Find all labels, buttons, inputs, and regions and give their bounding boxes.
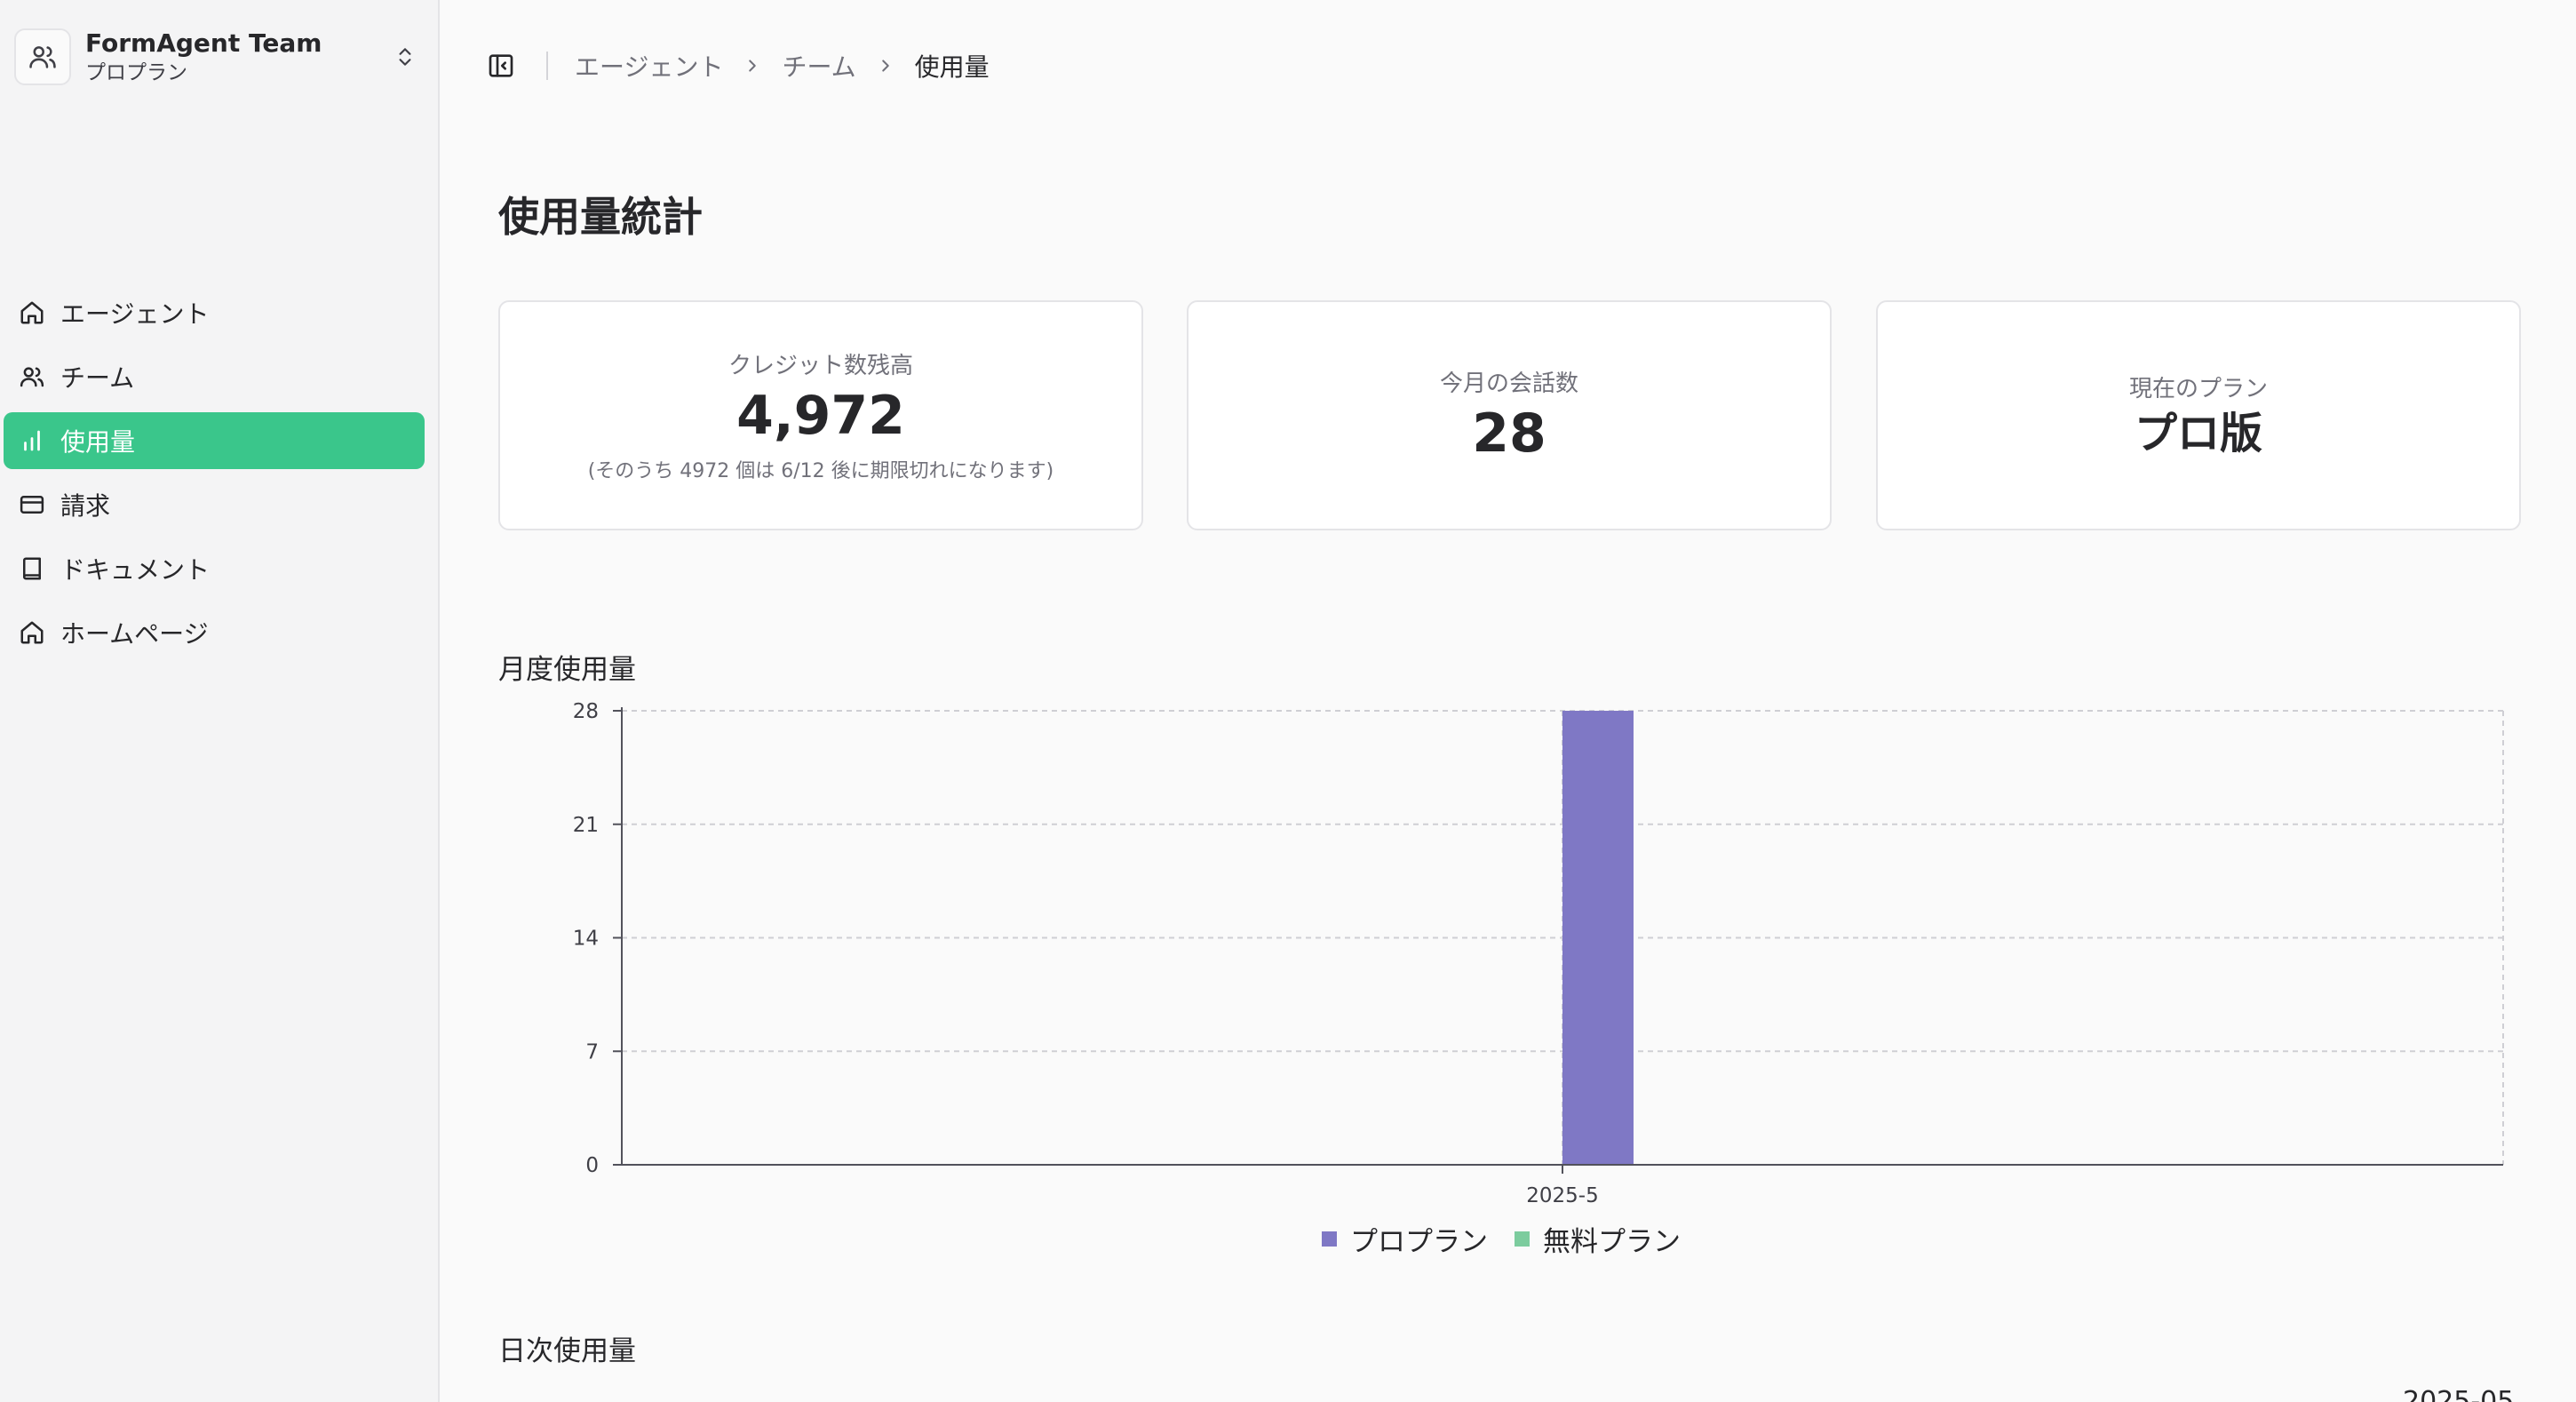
sidebar-toggle-button[interactable]	[475, 41, 527, 91]
team-switcher[interactable]: FormAgent Team プロプラン	[14, 23, 423, 91]
users-icon	[29, 46, 56, 68]
team-avatar	[14, 28, 71, 85]
plan-label: 現在のプラン	[2128, 376, 2268, 402]
breadcrumb-item-agents[interactable]: エージェント	[575, 48, 723, 84]
plan-value: プロ版	[2134, 409, 2262, 458]
sidebar-item-label: エージェント	[60, 299, 210, 329]
y-tick-label: 7	[585, 1040, 599, 1063]
plan-card: 現在のプラン プロ版	[1876, 300, 2521, 530]
y-tick-label: 21	[573, 814, 599, 837]
legend-item-free[interactable]: 無料プラン	[1515, 1219, 1681, 1259]
users-icon	[16, 361, 48, 393]
breadcrumb-item-usage: 使用量	[914, 52, 990, 82]
sidebar-item-billing[interactable]: 請求	[4, 476, 425, 533]
legend-swatch-pro	[1322, 1231, 1337, 1247]
sidebar-item-label: 請求	[60, 491, 111, 521]
book-icon	[16, 553, 48, 585]
monthly-usage-chart: 0 7 14 21 28 2025-5	[533, 693, 2523, 1279]
sidebar-item-label: 使用量	[60, 427, 136, 457]
topbar: エージェント チーム 使用量	[475, 41, 990, 91]
home-icon	[16, 297, 48, 329]
monthly-chart-svg: 0 7 14 21 28 2025-5	[573, 700, 2504, 1207]
daily-date-label: 2025-05	[2403, 1386, 2515, 1402]
sidebar-item-label: ホームページ	[60, 619, 209, 649]
legend-item-pro[interactable]: プロプラン	[1322, 1219, 1488, 1259]
sidebar-item-label: ドキュメント	[60, 555, 211, 585]
bar-chart-icon	[16, 425, 48, 457]
sidebar-nav: エージェント チーム 使用量 請求 ドキュメント ホームページ	[0, 284, 440, 668]
chevron-right-icon	[876, 56, 895, 76]
y-tick-label: 14	[573, 928, 599, 951]
sidebar-item-agents[interactable]: エージェント	[4, 284, 425, 341]
page-title: 使用量統計	[498, 193, 703, 241]
team-plan: プロプラン	[85, 61, 187, 84]
sidebar: FormAgent Team プロプラン エージェント チーム 使用量 請求 ド…	[0, 0, 440, 1402]
team-name: FormAgent Team	[85, 28, 322, 58]
breadcrumb: エージェント チーム 使用量	[575, 48, 990, 84]
chevron-right-icon	[743, 56, 762, 76]
legend-swatch-free	[1515, 1231, 1530, 1247]
legend-label-pro: プロプラン	[1350, 1226, 1488, 1258]
y-tick-label: 0	[585, 1154, 599, 1177]
home-icon	[16, 617, 48, 649]
conversations-label: 今月の会話数	[1439, 370, 1578, 397]
bar-pro	[1562, 711, 1634, 1165]
panel-left-icon	[489, 54, 513, 77]
daily-usage-title: 日次使用量	[498, 1335, 636, 1367]
sidebar-item-homepage[interactable]: ホームページ	[4, 604, 425, 661]
monthly-usage-title: 月度使用量	[498, 654, 636, 686]
credits-label: クレジット数残高	[727, 353, 913, 379]
chevron-updown-icon[interactable]	[387, 39, 423, 75]
divider	[546, 52, 548, 80]
credits-expiry-note: (そのうち 4972 個は 6/12 後に期限切れになります)	[587, 460, 1054, 482]
y-tick-label: 28	[573, 700, 599, 723]
credits-value: 4,972	[736, 385, 905, 447]
x-tick-label: 2025-5	[1526, 1184, 1598, 1207]
conversations-value: 28	[1472, 402, 1546, 465]
sidebar-item-usage[interactable]: 使用量	[4, 412, 425, 469]
credit-card-icon	[16, 489, 48, 521]
sidebar-item-docs[interactable]: ドキュメント	[4, 540, 425, 597]
credits-card: クレジット数残高 4,972 (そのうち 4972 個は 6/12 後に期限切れ…	[498, 300, 1143, 530]
legend-label-free: 無料プラン	[1543, 1226, 1681, 1258]
breadcrumb-item-team[interactable]: チーム	[782, 48, 855, 84]
sidebar-item-team[interactable]: チーム	[4, 348, 425, 405]
sidebar-item-label: チーム	[60, 363, 135, 393]
conversations-card: 今月の会話数 28	[1187, 300, 1832, 530]
chart-legend: プロプラン 無料プラン	[1322, 1219, 1707, 1259]
